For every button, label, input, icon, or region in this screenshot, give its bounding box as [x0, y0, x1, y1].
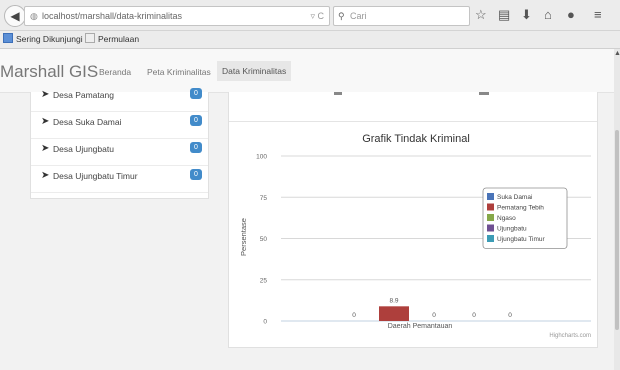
url-text: localhost/marshall/data-kriminalitas [42, 11, 183, 21]
list-item-desa-ujungbatu-timur[interactable]: ➤ Desa Ujungbatu Timur 0 [31, 166, 208, 193]
bookmarks-bar: Sering Dikunjungi Permulaan [0, 31, 620, 49]
list-item-label: Desa Suka Damai [53, 117, 122, 127]
data-label: 0 [352, 312, 356, 319]
y-tick-label: 50 [260, 236, 268, 243]
url-bar[interactable]: ◍ localhost/marshall/data-kriminalitas ▿… [24, 6, 330, 26]
scroll-thumb[interactable] [615, 130, 619, 330]
legend-swatch [487, 203, 494, 211]
location-arrow-icon: ➤ [41, 143, 50, 154]
data-label: 8.9 [389, 297, 398, 304]
bar[interactable] [379, 306, 409, 321]
reload-icon[interactable]: ▿ C [310, 7, 324, 25]
search-icon: ⚲ [338, 11, 345, 21]
y-tick-label: 0 [263, 319, 267, 326]
home-icon[interactable]: ⌂ [544, 7, 552, 23]
clipboard-icon[interactable]: ▤ [498, 7, 510, 23]
browser-toolbar: ◀ ◍ localhost/marshall/data-kriminalitas… [0, 0, 620, 31]
y-tick-label: 25 [260, 277, 268, 284]
legend-item[interactable]: Suka Damai [497, 194, 532, 201]
legend-item[interactable]: Ujungbatu [497, 226, 527, 233]
bookmark-getting-started[interactable]: Permulaan [85, 31, 139, 48]
search-placeholder: Cari [350, 11, 367, 21]
list-item-label: Desa Pamatang [53, 90, 114, 100]
chart-credits[interactable]: Highcharts.com [549, 333, 591, 339]
pocket-icon[interactable]: ● [567, 7, 575, 23]
y-tick-label: 100 [256, 154, 267, 161]
list-item-desa-suka-damai[interactable]: ➤ Desa Suka Damai 0 [31, 112, 208, 139]
brand-logo[interactable]: Marshall GIS [0, 62, 98, 82]
list-item-desa-ujungbatu[interactable]: ➤ Desa Ujungbatu 0 [31, 139, 208, 166]
legend-swatch [487, 224, 494, 232]
list-item-label: Desa Ujungbatu Timur [53, 171, 138, 181]
y-axis-label: Persentase [239, 218, 248, 256]
village-list: ➤ Desa Pamatang 0 ➤ Desa Suka Damai 0 ➤ … [30, 88, 209, 199]
menu-icon[interactable]: ≡ [594, 7, 602, 23]
count-badge: 0 [190, 142, 202, 153]
star-icon[interactable]: ☆ [475, 7, 487, 23]
chart-title: Grafik Tindak Kriminal [362, 133, 470, 145]
bookmark-label: Sering Dikunjungi [16, 34, 83, 44]
search-input[interactable]: ⚲ Cari [333, 6, 470, 26]
nav-link-beranda[interactable]: Beranda [99, 67, 131, 77]
count-badge: 0 [190, 88, 202, 99]
bookmark-label: Permulaan [98, 34, 140, 44]
count-badge: 0 [190, 169, 202, 180]
globe-icon [3, 33, 13, 43]
chart-legend[interactable]: Suka Damai Pematang Tebih Ngaso Ujungbatu Uj… [482, 187, 568, 249]
bookmark-frequent[interactable]: Sering Dikunjungi [3, 31, 83, 48]
count-badge: 0 [190, 115, 202, 126]
download-icon[interactable]: ⬇ [521, 7, 532, 23]
legend-item[interactable]: Ujungbatu Timur [497, 236, 546, 243]
nav-link-peta-kriminalitas[interactable]: Peta Kriminalitas [147, 67, 211, 77]
legend-swatch [487, 193, 494, 200]
crime-bar-chart: Grafik Tindak Kriminal Persentase 0 25 50 7… [239, 133, 591, 339]
y-tick-label: 75 [260, 195, 268, 202]
x-category-label: Daerah Pemantauan [388, 323, 453, 330]
legend-swatch [487, 235, 494, 242]
page-icon [85, 33, 95, 43]
nav-link-data-kriminalitas[interactable]: Data Kriminalitas [217, 61, 292, 81]
scroll-up-icon[interactable]: ▲ [614, 50, 620, 57]
list-item-label: Desa Ujungbatu [53, 144, 114, 154]
legend-item[interactable]: Pematang Tebih [497, 205, 544, 212]
data-label: 0 [508, 312, 512, 319]
location-arrow-icon: ➤ [41, 89, 50, 100]
legend-item[interactable]: Ngaso [497, 215, 516, 222]
data-label: 0 [432, 312, 436, 319]
legend-swatch [487, 214, 494, 221]
location-arrow-icon: ➤ [41, 170, 50, 181]
back-button[interactable]: ◀ [4, 5, 26, 27]
data-label: 0 [472, 312, 476, 319]
list-item-desa-pamatang[interactable]: ➤ Desa Pamatang 0 [31, 85, 208, 112]
location-arrow-icon: ➤ [41, 116, 50, 127]
bar-series: 0 8.9 0 0 0 [352, 297, 512, 321]
globe-icon: ◍ [30, 11, 38, 21]
chart-panel: Grafik Tindak Kriminal Persentase 0 25 50 7… [228, 92, 598, 348]
